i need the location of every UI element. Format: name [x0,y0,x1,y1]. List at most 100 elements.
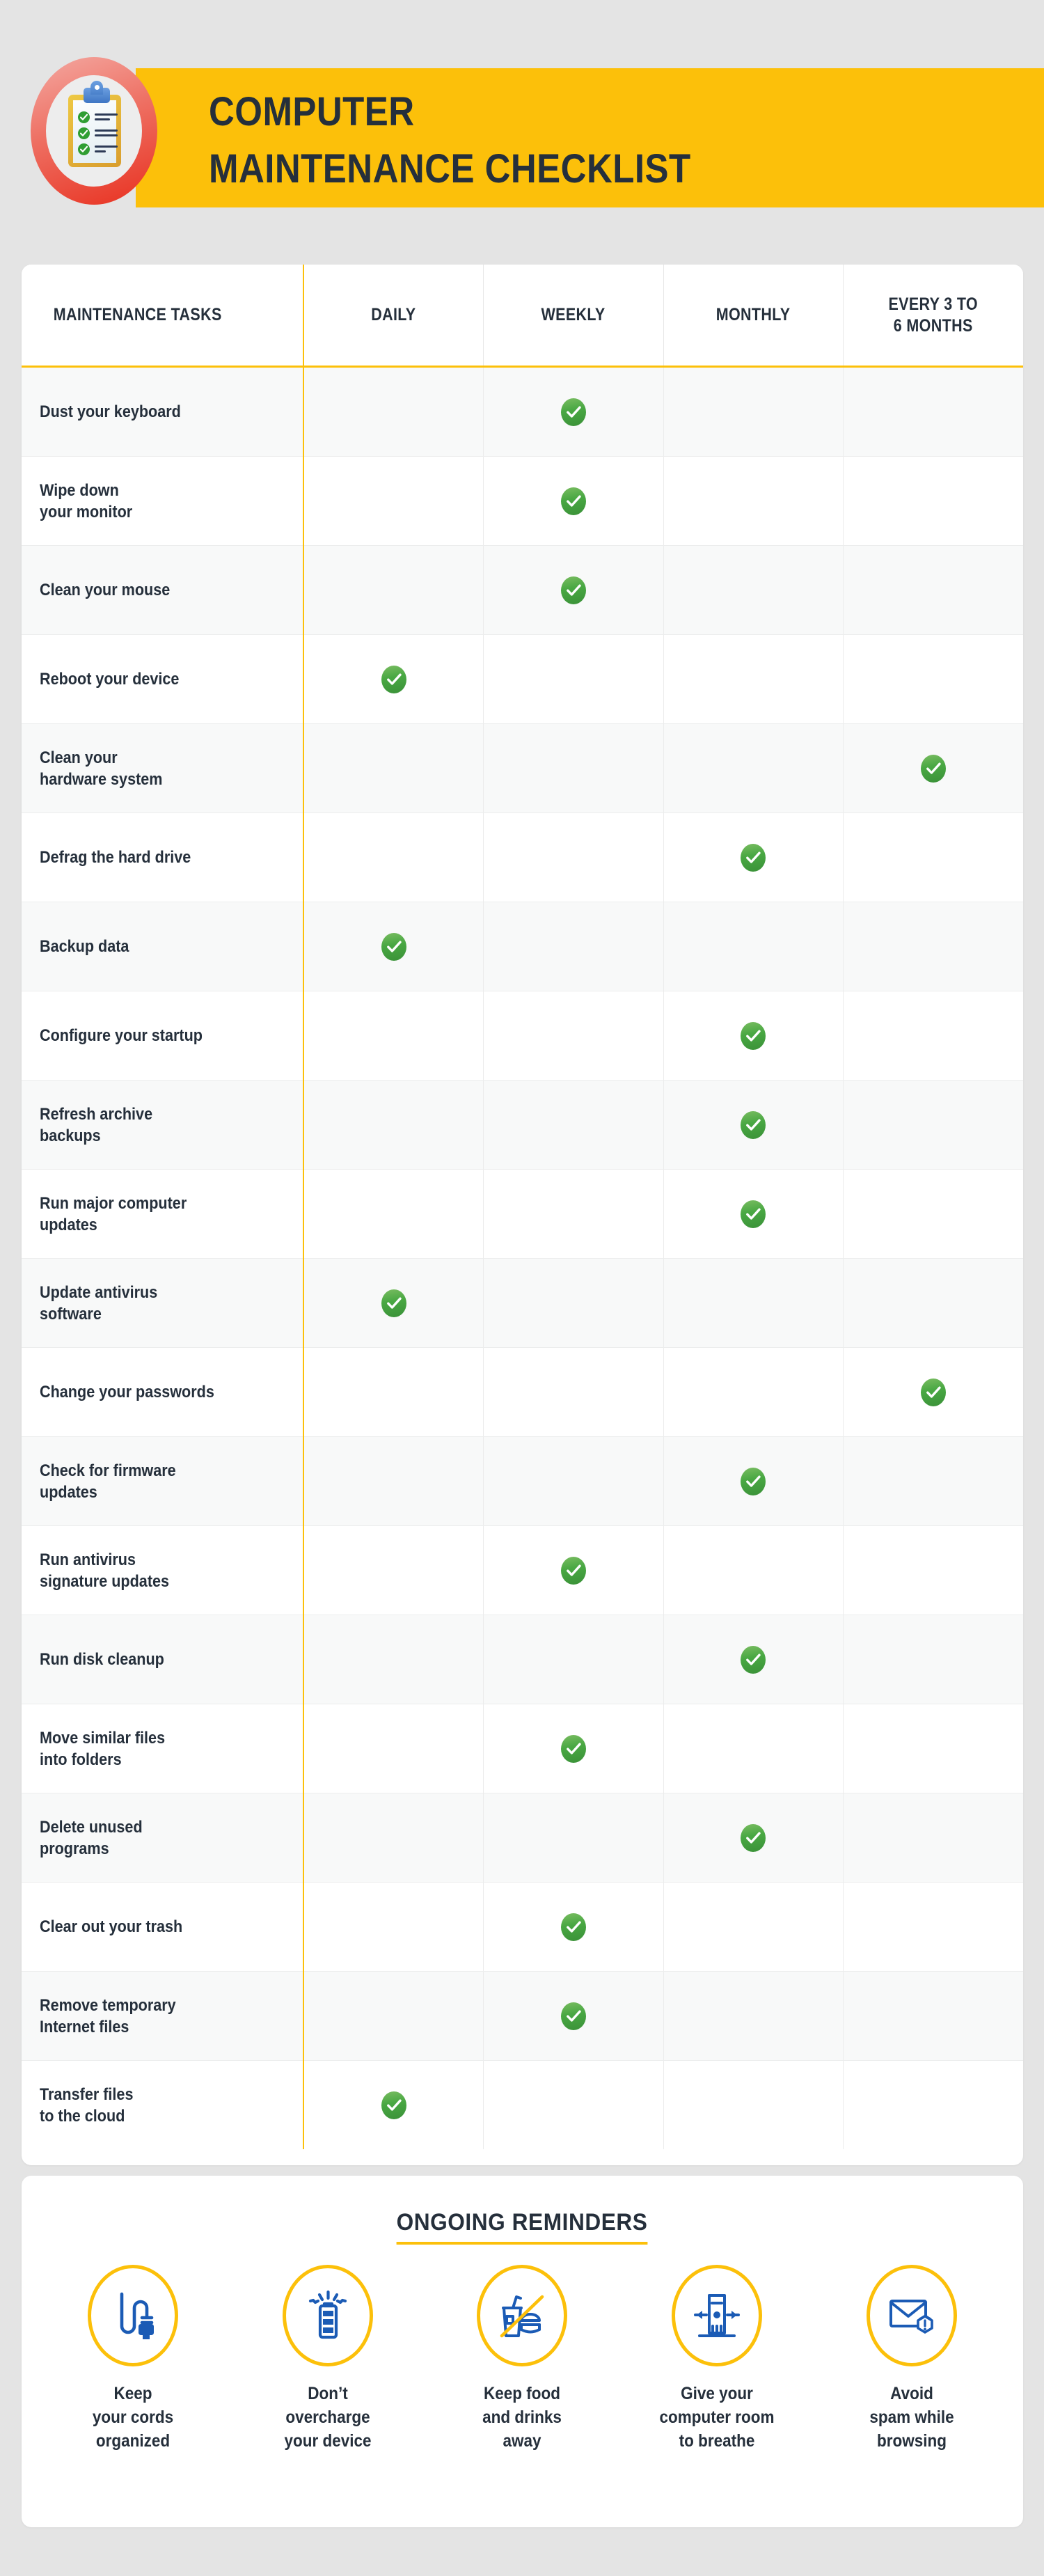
cell-monthly[interactable] [663,1436,844,1526]
clipboard-check-icon [78,127,90,139]
cell-daily[interactable] [303,366,484,457]
cell-weekly[interactable] [483,723,664,813]
cell-every3to6[interactable] [843,1704,1023,1793]
cell-every3to6[interactable] [843,1169,1023,1259]
cell-weekly[interactable] [483,634,664,724]
cell-monthly[interactable] [663,1704,844,1793]
cell-every3to6[interactable] [843,366,1023,457]
cell-every3to6[interactable] [843,456,1023,546]
task-cell: Move similar files into folders [22,1704,304,1793]
cell-weekly[interactable] [483,366,664,457]
task-label: Dust your keyboard [40,402,181,421]
cell-monthly[interactable] [663,1169,844,1259]
table-row: Refresh archive backups [22,1080,1023,1170]
cell-weekly[interactable] [483,2060,664,2149]
table-row: Change your passwords [22,1347,1023,1437]
cell-weekly[interactable] [483,1882,664,1972]
cell-weekly[interactable] [483,1704,664,1793]
cell-monthly[interactable] [663,991,844,1081]
cell-monthly[interactable] [663,545,844,635]
cell-every3to6[interactable] [843,812,1023,902]
cell-weekly[interactable] [483,991,664,1081]
cell-weekly[interactable] [483,456,664,546]
cell-daily[interactable] [303,2060,484,2149]
cell-every3to6[interactable] [843,1615,1023,1704]
cell-daily[interactable] [303,1258,484,1348]
cell-daily[interactable] [303,634,484,724]
cell-daily[interactable] [303,545,484,635]
cell-every3to6[interactable] [843,634,1023,724]
cell-weekly[interactable] [483,1080,664,1170]
cell-monthly[interactable] [663,1615,844,1704]
cell-daily[interactable] [303,456,484,546]
reminder-label: Avoid spam while browsing [869,2384,954,2451]
cell-weekly[interactable] [483,1258,664,1348]
cell-every3to6[interactable] [843,1882,1023,1972]
task-label: Update antivirus software [40,1282,158,1324]
task-label: Reboot your device [40,670,180,689]
cell-every3to6[interactable] [843,1436,1023,1526]
maintenance-checklist-table: MAINTENANCE TASKS DAILY WEEKLY MONTHLY EVERY… [22,265,1023,2149]
cell-monthly[interactable] [663,723,844,813]
cell-daily[interactable] [303,1436,484,1526]
cell-every3to6[interactable] [843,545,1023,635]
cell-daily[interactable] [303,1169,484,1259]
cell-weekly[interactable] [483,1793,664,1883]
cell-daily[interactable] [303,1615,484,1704]
cell-monthly[interactable] [663,634,844,724]
cell-monthly[interactable] [663,1347,844,1437]
cell-monthly[interactable] [663,2060,844,2149]
task-cell: Clean your mouse [22,545,304,635]
cell-monthly[interactable] [663,456,844,546]
cell-daily[interactable] [303,1347,484,1437]
task-cell: Update antivirus software [22,1258,304,1348]
cell-every3to6[interactable] [843,902,1023,991]
cell-daily[interactable] [303,991,484,1081]
cell-every3to6[interactable] [843,723,1023,813]
table-row: Check for firmware updates [22,1436,1023,1526]
cell-weekly[interactable] [483,545,664,635]
cell-monthly[interactable] [663,1525,844,1615]
task-cell: Delete unused programs [22,1793,304,1883]
cell-weekly[interactable] [483,902,664,991]
table-header-daily: DAILY [303,265,484,368]
cell-every3to6[interactable] [843,1793,1023,1883]
cell-daily[interactable] [303,1525,484,1615]
cell-weekly[interactable] [483,1169,664,1259]
cell-monthly[interactable] [663,1882,844,1972]
cell-every3to6[interactable] [843,1258,1023,1348]
reminder-item: Keep your cords organized [39,2265,227,2453]
cell-weekly[interactable] [483,1436,664,1526]
cell-monthly[interactable] [663,1080,844,1170]
cell-daily[interactable] [303,902,484,991]
check-icon [381,932,406,961]
cell-every3to6[interactable] [843,1971,1023,2061]
cell-weekly[interactable] [483,1971,664,2061]
cell-monthly[interactable] [663,812,844,902]
cell-weekly[interactable] [483,1525,664,1615]
cell-every3to6[interactable] [843,991,1023,1081]
cell-every3to6[interactable] [843,1080,1023,1170]
cell-weekly[interactable] [483,1615,664,1704]
cell-monthly[interactable] [663,902,844,991]
cell-daily[interactable] [303,812,484,902]
cell-daily[interactable] [303,1080,484,1170]
cell-monthly[interactable] [663,366,844,457]
table-row: Clean your hardware system [22,723,1023,813]
cell-every3to6[interactable] [843,1525,1023,1615]
cell-daily[interactable] [303,1882,484,1972]
cell-every3to6[interactable] [843,2060,1023,2149]
cell-monthly[interactable] [663,1258,844,1348]
cell-weekly[interactable] [483,1347,664,1437]
reminders-title-wrap: ONGOING REMINDERS [22,2209,1023,2245]
cell-monthly[interactable] [663,1793,844,1883]
spam-email-warning-icon [867,2265,958,2366]
cell-monthly[interactable] [663,1971,844,2061]
cell-daily[interactable] [303,1704,484,1793]
cell-every3to6[interactable] [843,1347,1023,1437]
cell-daily[interactable] [303,1793,484,1883]
cell-daily[interactable] [303,1971,484,2061]
cell-weekly[interactable] [483,812,664,902]
task-cell: Refresh archive backups [22,1080,304,1170]
cell-daily[interactable] [303,723,484,813]
